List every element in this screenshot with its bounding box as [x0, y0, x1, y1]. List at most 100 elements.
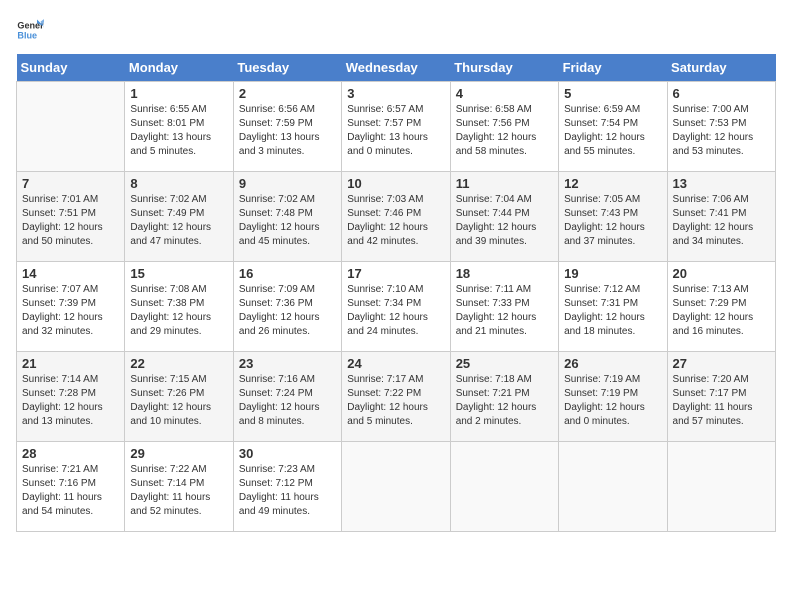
day-info: Sunrise: 7:18 AM Sunset: 7:21 PM Dayligh… — [456, 373, 553, 429]
day-cell — [450, 442, 558, 532]
week-row-1: 1 Sunrise: 6:55 AM Sunset: 8:01 PM Daylig… — [17, 82, 776, 172]
svg-text:General: General — [17, 21, 44, 31]
day-info: Sunrise: 6:56 AM Sunset: 7:59 PM Dayligh… — [239, 103, 336, 159]
day-cell: 29 Sunrise: 7:22 AM Sunset: 7:14 PM Dayli… — [125, 442, 233, 532]
day-number: 21 — [22, 356, 119, 371]
day-info: Sunrise: 7:09 AM Sunset: 7:36 PM Dayligh… — [239, 283, 336, 339]
day-info: Sunrise: 7:23 AM Sunset: 7:12 PM Dayligh… — [239, 463, 336, 519]
day-cell: 14 Sunrise: 7:07 AM Sunset: 7:39 PM Dayli… — [17, 262, 125, 352]
day-info: Sunrise: 7:06 AM Sunset: 7:41 PM Dayligh… — [673, 193, 770, 249]
day-cell — [342, 442, 450, 532]
day-number: 13 — [673, 176, 770, 191]
day-number: 24 — [347, 356, 444, 371]
day-info: Sunrise: 7:21 AM Sunset: 7:16 PM Dayligh… — [22, 463, 119, 519]
day-cell: 2 Sunrise: 6:56 AM Sunset: 7:59 PM Daylig… — [233, 82, 341, 172]
day-number: 4 — [456, 86, 553, 101]
day-number: 1 — [130, 86, 227, 101]
day-number: 20 — [673, 266, 770, 281]
day-cell: 28 Sunrise: 7:21 AM Sunset: 7:16 PM Dayli… — [17, 442, 125, 532]
day-number: 29 — [130, 446, 227, 461]
day-number: 6 — [673, 86, 770, 101]
day-number: 9 — [239, 176, 336, 191]
day-cell: 27 Sunrise: 7:20 AM Sunset: 7:17 PM Dayli… — [667, 352, 775, 442]
week-row-2: 7Sunrise: 7:01 AM Sunset: 7:51 PM Daylig… — [17, 172, 776, 262]
day-number: 27 — [673, 356, 770, 371]
week-row-5: 28 Sunrise: 7:21 AM Sunset: 7:16 PM Dayli… — [17, 442, 776, 532]
day-number: 18 — [456, 266, 553, 281]
day-info: Sunrise: 7:05 AM Sunset: 7:43 PM Dayligh… — [564, 193, 661, 249]
day-number: 2 — [239, 86, 336, 101]
day-number: 3 — [347, 86, 444, 101]
day-cell: 4Sunrise: 6:58 AM Sunset: 7:56 PM Daylig… — [450, 82, 558, 172]
day-number: 23 — [239, 356, 336, 371]
day-cell — [559, 442, 667, 532]
day-number: 12 — [564, 176, 661, 191]
day-info: Sunrise: 7:03 AM Sunset: 7:46 PM Dayligh… — [347, 193, 444, 249]
day-cell: 26 Sunrise: 7:19 AM Sunset: 7:19 PM Dayli… — [559, 352, 667, 442]
day-cell — [17, 82, 125, 172]
day-number: 7 — [22, 176, 119, 191]
day-cell: 24 Sunrise: 7:17 AM Sunset: 7:22 PM Dayli… — [342, 352, 450, 442]
day-cell: 12 Sunrise: 7:05 AM Sunset: 7:43 PM Dayli… — [559, 172, 667, 262]
day-info: Sunrise: 7:00 AM Sunset: 7:53 PM Dayligh… — [673, 103, 770, 159]
page-header: General Blue — [16, 16, 776, 44]
day-info: Sunrise: 6:55 AM Sunset: 8:01 PM Dayligh… — [130, 103, 227, 159]
day-info: Sunrise: 7:11 AM Sunset: 7:33 PM Dayligh… — [456, 283, 553, 339]
day-info: Sunrise: 7:19 AM Sunset: 7:19 PM Dayligh… — [564, 373, 661, 429]
day-cell: 15 Sunrise: 7:08 AM Sunset: 7:38 PM Dayli… — [125, 262, 233, 352]
day-number: 28 — [22, 446, 119, 461]
day-cell: 20 Sunrise: 7:13 AM Sunset: 7:29 PM Dayli… — [667, 262, 775, 352]
day-info: Sunrise: 7:12 AM Sunset: 7:31 PM Dayligh… — [564, 283, 661, 339]
day-cell: 11 Sunrise: 7:04 AM Sunset: 7:44 PM Dayli… — [450, 172, 558, 262]
day-cell: 6 Sunrise: 7:00 AM Sunset: 7:53 PM Daylig… — [667, 82, 775, 172]
day-cell — [667, 442, 775, 532]
calendar-table: SundayMondayTuesdayWednesdayThursdayFrid… — [16, 54, 776, 532]
day-cell: 8 Sunrise: 7:02 AM Sunset: 7:49 PM Daylig… — [125, 172, 233, 262]
day-cell: 25 Sunrise: 7:18 AM Sunset: 7:21 PM Dayli… — [450, 352, 558, 442]
day-info: Sunrise: 7:07 AM Sunset: 7:39 PM Dayligh… — [22, 283, 119, 339]
day-number: 5 — [564, 86, 661, 101]
day-info: Sunrise: 7:08 AM Sunset: 7:38 PM Dayligh… — [130, 283, 227, 339]
header-cell-wednesday: Wednesday — [342, 54, 450, 82]
day-info: Sunrise: 7:02 AM Sunset: 7:49 PM Dayligh… — [130, 193, 227, 249]
day-cell: 7Sunrise: 7:01 AM Sunset: 7:51 PM Daylig… — [17, 172, 125, 262]
header-cell-saturday: Saturday — [667, 54, 775, 82]
day-number: 19 — [564, 266, 661, 281]
day-info: Sunrise: 6:57 AM Sunset: 7:57 PM Dayligh… — [347, 103, 444, 159]
header-cell-thursday: Thursday — [450, 54, 558, 82]
day-cell: 18 Sunrise: 7:11 AM Sunset: 7:33 PM Dayli… — [450, 262, 558, 352]
day-info: Sunrise: 7:17 AM Sunset: 7:22 PM Dayligh… — [347, 373, 444, 429]
week-row-4: 21 Sunrise: 7:14 AM Sunset: 7:28 PM Dayli… — [17, 352, 776, 442]
day-info: Sunrise: 6:59 AM Sunset: 7:54 PM Dayligh… — [564, 103, 661, 159]
day-info: Sunrise: 7:14 AM Sunset: 7:28 PM Dayligh… — [22, 373, 119, 429]
day-cell: 30 Sunrise: 7:23 AM Sunset: 7:12 PM Dayli… — [233, 442, 341, 532]
day-info: Sunrise: 7:02 AM Sunset: 7:48 PM Dayligh… — [239, 193, 336, 249]
header-cell-tuesday: Tuesday — [233, 54, 341, 82]
day-cell: 1 Sunrise: 6:55 AM Sunset: 8:01 PM Daylig… — [125, 82, 233, 172]
week-row-3: 14 Sunrise: 7:07 AM Sunset: 7:39 PM Dayli… — [17, 262, 776, 352]
day-number: 25 — [456, 356, 553, 371]
day-info: Sunrise: 7:20 AM Sunset: 7:17 PM Dayligh… — [673, 373, 770, 429]
day-info: Sunrise: 7:15 AM Sunset: 7:26 PM Dayligh… — [130, 373, 227, 429]
day-cell: 10 Sunrise: 7:03 AM Sunset: 7:46 PM Dayli… — [342, 172, 450, 262]
logo: General Blue — [16, 16, 44, 44]
day-info: Sunrise: 7:16 AM Sunset: 7:24 PM Dayligh… — [239, 373, 336, 429]
day-info: Sunrise: 7:13 AM Sunset: 7:29 PM Dayligh… — [673, 283, 770, 339]
day-number: 8 — [130, 176, 227, 191]
header-cell-friday: Friday — [559, 54, 667, 82]
day-number: 14 — [22, 266, 119, 281]
day-number: 26 — [564, 356, 661, 371]
day-number: 11 — [456, 176, 553, 191]
day-cell: 23 Sunrise: 7:16 AM Sunset: 7:24 PM Dayli… — [233, 352, 341, 442]
day-number: 15 — [130, 266, 227, 281]
day-number: 30 — [239, 446, 336, 461]
day-number: 10 — [347, 176, 444, 191]
header-cell-sunday: Sunday — [17, 54, 125, 82]
day-info: Sunrise: 7:10 AM Sunset: 7:34 PM Dayligh… — [347, 283, 444, 339]
header-row: SundayMondayTuesdayWednesdayThursdayFrid… — [17, 54, 776, 82]
day-cell: 13 Sunrise: 7:06 AM Sunset: 7:41 PM Dayli… — [667, 172, 775, 262]
day-cell: 9 Sunrise: 7:02 AM Sunset: 7:48 PM Daylig… — [233, 172, 341, 262]
day-info: Sunrise: 7:04 AM Sunset: 7:44 PM Dayligh… — [456, 193, 553, 249]
day-cell: 21 Sunrise: 7:14 AM Sunset: 7:28 PM Dayli… — [17, 352, 125, 442]
day-info: Sunrise: 7:22 AM Sunset: 7:14 PM Dayligh… — [130, 463, 227, 519]
